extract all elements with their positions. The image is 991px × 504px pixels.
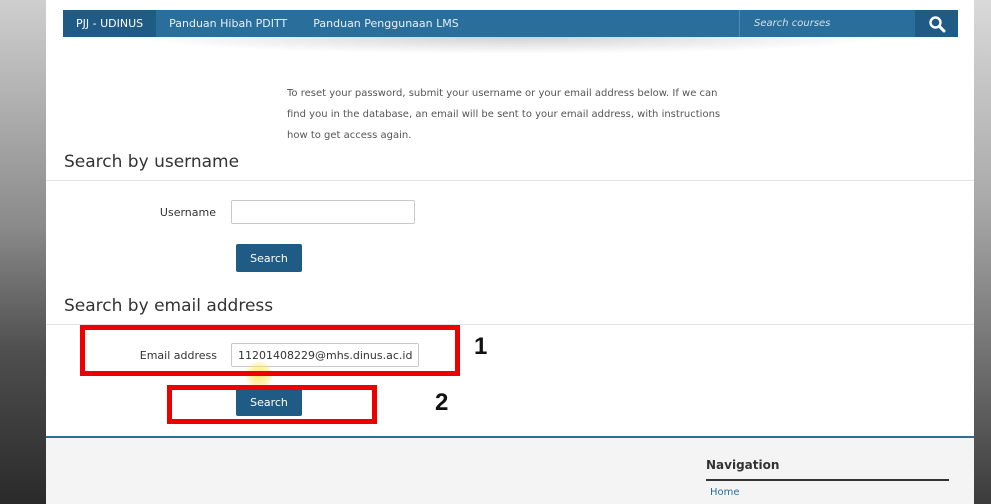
nav-item-pjj-udinus[interactable]: PJJ - UDINUS	[63, 10, 157, 37]
page: PJJ - UDINUS Panduan Hibah PDITT Panduan…	[46, 0, 974, 504]
navbar-shadow	[63, 37, 958, 57]
username-section-title: Search by username	[64, 152, 240, 172]
course-search-input[interactable]	[740, 17, 916, 30]
email-section-title: Search by email address	[64, 296, 274, 316]
nav-link-home[interactable]: Home	[710, 487, 740, 498]
background-right	[974, 0, 991, 504]
annotation-box-1	[80, 325, 460, 376]
nav-item-panduan-lms[interactable]: Panduan Penggunaan LMS	[300, 10, 471, 37]
background-left	[0, 0, 46, 504]
nav-item-panduan-hibah[interactable]: Panduan Hibah PDITT	[156, 10, 300, 37]
course-search-button[interactable]	[915, 10, 958, 37]
navigation-block-divider	[706, 479, 949, 481]
username-search-button[interactable]: Search	[236, 244, 302, 272]
course-search-box	[739, 10, 916, 37]
reset-instructions: To reset your password, submit your user…	[287, 88, 721, 141]
annotation-step-1: 1	[474, 333, 488, 360]
username-section-divider	[46, 180, 974, 181]
page-footer: Navigation Home	[46, 436, 974, 504]
top-navbar: PJJ - UDINUS Panduan Hibah PDITT Panduan…	[63, 10, 958, 37]
username-label: Username	[159, 206, 216, 219]
annotation-box-2	[167, 385, 377, 424]
search-icon	[928, 15, 945, 32]
annotation-step-2: 2	[435, 389, 449, 416]
navigation-block-title: Navigation	[706, 458, 780, 472]
username-input[interactable]	[231, 200, 415, 224]
